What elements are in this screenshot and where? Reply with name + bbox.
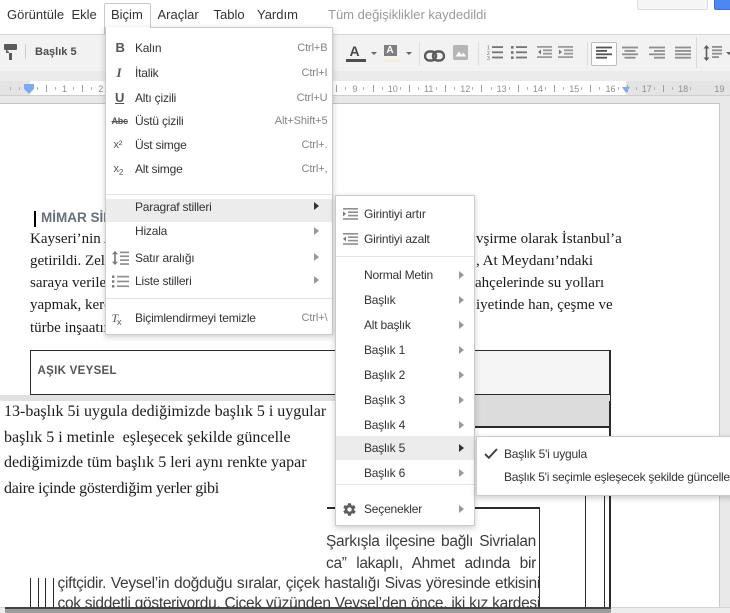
- svg-text:3: 3: [487, 56, 490, 60]
